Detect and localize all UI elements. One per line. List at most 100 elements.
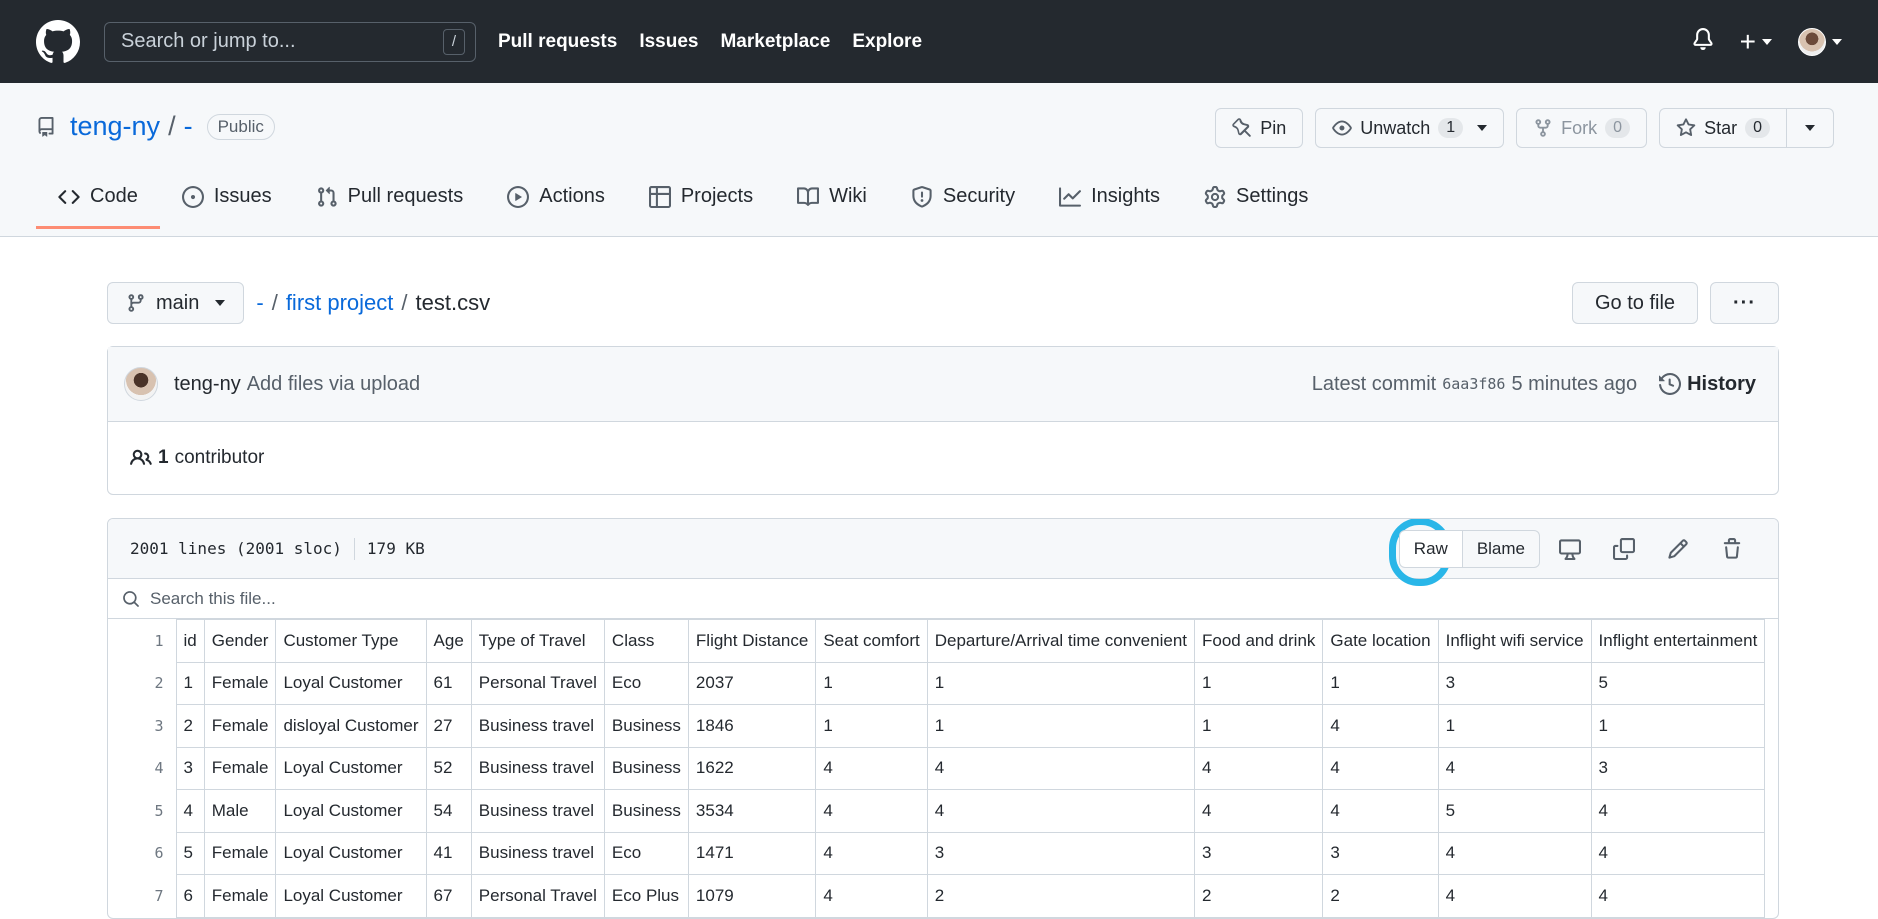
table-cell: 54 bbox=[425, 789, 472, 833]
table-cell: 1471 bbox=[687, 831, 817, 875]
commit-sha-link[interactable]: 6aa3f86 bbox=[1442, 375, 1505, 393]
pencil-icon[interactable] bbox=[1654, 530, 1702, 568]
breadcrumb-file-name: test.csv bbox=[415, 290, 491, 315]
line-number[interactable]: 6 bbox=[108, 832, 176, 875]
table-cell: Business travel bbox=[470, 789, 605, 833]
global-search-input[interactable]: Search or jump to... / bbox=[104, 21, 476, 62]
table-cell: 27 bbox=[425, 704, 472, 748]
table-cell: 67 bbox=[425, 874, 472, 918]
breadcrumb-separator: / bbox=[271, 290, 278, 315]
table-row: 3 2 Female disloyal Customer 27 Business trav… bbox=[108, 704, 1766, 748]
bell-icon[interactable] bbox=[1692, 27, 1714, 56]
main-content: main - / first project / test.csv Go to … bbox=[107, 282, 1779, 919]
star-button[interactable]: Star 0 bbox=[1659, 108, 1787, 148]
nav-marketplace[interactable]: Marketplace bbox=[720, 31, 830, 53]
search-placeholder: Search or jump to... bbox=[121, 30, 296, 52]
tab-actions-label: Actions bbox=[539, 185, 605, 207]
line-number[interactable]: 1 bbox=[108, 620, 176, 663]
line-number[interactable]: 3 bbox=[108, 705, 176, 748]
commit-author-link[interactable]: teng-ny bbox=[174, 373, 241, 396]
search-shortcut-key: / bbox=[443, 28, 465, 55]
go-to-file-button[interactable]: Go to file bbox=[1571, 282, 1699, 324]
star-list-dropdown[interactable] bbox=[1787, 108, 1834, 148]
copy-icon[interactable] bbox=[1600, 530, 1648, 568]
divider bbox=[353, 537, 355, 560]
table-cell: Female bbox=[203, 704, 277, 748]
more-options-button[interactable]: ··· bbox=[1710, 282, 1779, 324]
pin-icon bbox=[1232, 118, 1251, 137]
visibility-badge: Public bbox=[206, 113, 275, 140]
table-cell: 4 bbox=[175, 789, 205, 833]
branch-select[interactable]: main bbox=[107, 282, 245, 324]
tab-projects[interactable]: Projects bbox=[627, 173, 775, 228]
repo-owner-link[interactable]: teng-ny bbox=[70, 111, 160, 142]
nav-explore[interactable]: Explore bbox=[852, 31, 922, 53]
gear-icon bbox=[1204, 185, 1226, 208]
fork-counter: 0 bbox=[1605, 118, 1631, 138]
tab-code[interactable]: Code bbox=[36, 173, 160, 229]
table-cell: 1 bbox=[815, 661, 928, 705]
tab-security[interactable]: Security bbox=[889, 173, 1037, 228]
table-cell: 61 bbox=[425, 661, 472, 705]
column-header: Customer Type bbox=[275, 619, 427, 663]
tab-issues[interactable]: Issues bbox=[160, 173, 294, 228]
line-number[interactable]: 5 bbox=[108, 790, 176, 833]
nav-pull-requests[interactable]: Pull requests bbox=[498, 31, 617, 53]
desktop-icon[interactable] bbox=[1546, 530, 1594, 568]
user-menu[interactable] bbox=[1798, 27, 1842, 56]
global-nav: Pull requests Issues Marketplace Explore bbox=[498, 31, 922, 53]
line-number[interactable]: 7 bbox=[108, 875, 176, 918]
breadcrumb-repo-link[interactable]: - bbox=[256, 290, 263, 316]
table-cell: Eco bbox=[603, 661, 689, 705]
table-cell: 2 bbox=[1193, 874, 1324, 918]
star-group: Star 0 bbox=[1659, 108, 1834, 148]
column-header: Age bbox=[425, 619, 472, 663]
column-header: Flight Distance bbox=[687, 619, 817, 663]
pin-button[interactable]: Pin bbox=[1215, 108, 1304, 148]
table-cell: 1 bbox=[1437, 704, 1592, 748]
table-cell: 4 bbox=[1322, 789, 1439, 833]
fork-button[interactable]: Fork 0 bbox=[1516, 108, 1648, 148]
table-cell: 4 bbox=[1437, 746, 1592, 790]
breadcrumb-folder-link[interactable]: first project bbox=[286, 290, 394, 316]
star-counter: 0 bbox=[1745, 118, 1770, 138]
table-row: 6 5 Female Loyal Customer 41 Business travel E… bbox=[108, 831, 1766, 875]
file-search-input[interactable]: Search this file... bbox=[108, 579, 1778, 619]
history-link[interactable]: History bbox=[1659, 373, 1756, 396]
trash-icon[interactable] bbox=[1708, 530, 1756, 568]
breadcrumb: - / first project / test.csv bbox=[256, 290, 490, 316]
create-new-icon[interactable]: + bbox=[1740, 26, 1772, 58]
table-cell: 41 bbox=[425, 831, 472, 875]
tab-actions[interactable]: Actions bbox=[485, 173, 627, 228]
file-search-placeholder: Search this file... bbox=[150, 588, 276, 608]
repo-name-link[interactable]: - bbox=[184, 111, 193, 142]
table-cell: 4 bbox=[815, 831, 928, 875]
tab-wiki[interactable]: Wiki bbox=[775, 173, 889, 228]
contributors-row[interactable]: 1 contributor bbox=[108, 422, 1778, 494]
global-header: Search or jump to... / Pull requests Iss… bbox=[0, 0, 1878, 83]
latest-commit-label: Latest commit bbox=[1311, 372, 1437, 395]
file-line-count: 2001 lines (2001 sloc) bbox=[130, 539, 342, 558]
table-cell: 5 bbox=[175, 831, 205, 875]
tab-settings[interactable]: Settings bbox=[1182, 173, 1330, 228]
blame-button[interactable]: Blame bbox=[1462, 529, 1540, 568]
table-cell: Female bbox=[203, 874, 277, 918]
branch-name: main bbox=[156, 291, 200, 314]
raw-button[interactable]: Raw bbox=[1398, 529, 1463, 568]
commit-message[interactable]: Add files via upload bbox=[247, 373, 420, 396]
github-logo-icon[interactable] bbox=[36, 19, 82, 65]
table-cell: 4 bbox=[1437, 831, 1592, 875]
unwatch-label: Unwatch bbox=[1360, 117, 1431, 138]
column-header: Class bbox=[603, 619, 689, 663]
nav-issues[interactable]: Issues bbox=[639, 31, 698, 53]
tab-issues-label: Issues bbox=[213, 185, 272, 207]
line-number[interactable]: 2 bbox=[108, 662, 176, 705]
tab-pull-requests[interactable]: Pull requests bbox=[294, 173, 486, 228]
line-number[interactable]: 4 bbox=[108, 747, 176, 790]
unwatch-button[interactable]: Unwatch 1 bbox=[1315, 108, 1505, 148]
header-right: + bbox=[1692, 26, 1842, 58]
chevron-down-icon bbox=[1477, 125, 1488, 131]
table-cell: Business travel bbox=[470, 746, 605, 790]
avatar[interactable] bbox=[124, 367, 158, 401]
tab-insights[interactable]: Insights bbox=[1037, 173, 1182, 228]
